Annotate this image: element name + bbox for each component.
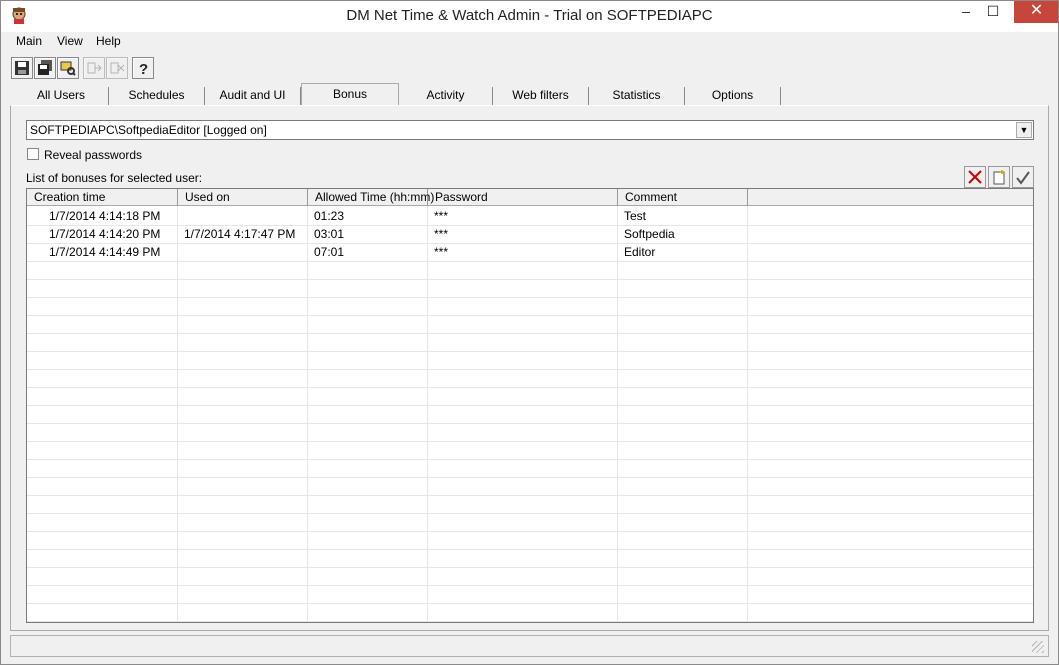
help-icon: ? bbox=[139, 61, 148, 76]
cell-password: *** bbox=[434, 227, 449, 241]
toolbar: ? bbox=[1, 54, 1058, 82]
app-window: DM Net Time & Watch Admin - Trial on SOF… bbox=[0, 0, 1059, 665]
cell-used-on: 1/7/2014 4:17:47 PM bbox=[184, 227, 296, 241]
reveal-passwords-label: Reveal passwords bbox=[44, 148, 143, 162]
row-divider bbox=[27, 585, 1033, 586]
column-header-used-on[interactable]: Used on bbox=[178, 189, 308, 206]
menu-help[interactable]: Help bbox=[96, 34, 121, 48]
tab-options[interactable]: Options bbox=[685, 87, 781, 106]
column-header-password[interactable]: Password bbox=[428, 189, 618, 206]
bonus-list-header: Creation time Used on Allowed Time (hh:m… bbox=[27, 189, 1033, 206]
row-divider bbox=[27, 297, 1033, 298]
tab-activity[interactable]: Activity bbox=[399, 87, 493, 106]
new-bonus-button[interactable] bbox=[988, 166, 1010, 188]
forward-all-button[interactable] bbox=[106, 57, 128, 79]
row-divider bbox=[27, 549, 1033, 550]
help-button[interactable]: ? bbox=[132, 57, 154, 79]
row-divider bbox=[27, 243, 1033, 244]
user-select-value: SOFTPEDIAPC\SoftpediaEditor [Logged on] bbox=[30, 123, 267, 137]
row-divider bbox=[27, 477, 1033, 478]
row-divider bbox=[27, 261, 1033, 262]
tab-strip: All Users Schedules Audit and UI Bonus A… bbox=[1, 83, 1058, 107]
row-divider bbox=[27, 531, 1033, 532]
chevron-down-icon[interactable]: ▼ bbox=[1016, 122, 1032, 138]
row-divider bbox=[27, 495, 1033, 496]
cell-password: *** bbox=[434, 209, 449, 223]
title-bar: DM Net Time & Watch Admin - Trial on SOF… bbox=[1, 1, 1058, 32]
row-divider bbox=[27, 423, 1033, 424]
column-header-comment[interactable]: Comment bbox=[618, 189, 748, 206]
tab-schedules[interactable]: Schedules bbox=[109, 87, 205, 106]
forward-all-disabled-icon bbox=[110, 62, 125, 74]
row-divider bbox=[27, 621, 1033, 622]
cell-creation-time: 1/7/2014 4:14:49 PM bbox=[49, 245, 161, 259]
column-header-allowed-time[interactable]: Allowed Time (hh:mm) bbox=[308, 189, 434, 206]
row-divider bbox=[27, 567, 1033, 568]
row-divider bbox=[27, 459, 1033, 460]
svg-text:?: ? bbox=[139, 61, 148, 76]
cell-comment: Softpedia bbox=[624, 227, 675, 241]
row-divider bbox=[27, 369, 1033, 370]
tab-bonus[interactable]: Bonus bbox=[301, 83, 399, 106]
new-bonus-icon bbox=[993, 170, 1005, 185]
cell-allowed-time: 03:01 bbox=[314, 227, 345, 241]
tab-all-users[interactable]: All Users bbox=[14, 87, 109, 106]
find-icon bbox=[60, 61, 76, 76]
user-select[interactable]: SOFTPEDIAPC\SoftpediaEditor [Logged on] … bbox=[26, 120, 1034, 140]
column-divider bbox=[617, 206, 618, 622]
tab-web-filters[interactable]: Web filters bbox=[493, 87, 589, 106]
row-divider bbox=[27, 315, 1033, 316]
column-divider bbox=[427, 206, 428, 622]
status-bar bbox=[10, 635, 1049, 657]
cell-comment: Test bbox=[624, 209, 647, 223]
column-divider bbox=[177, 206, 178, 622]
cell-allowed-time: 07:01 bbox=[314, 245, 345, 259]
resize-grip[interactable] bbox=[1032, 641, 1044, 653]
reveal-passwords-checkbox[interactable] bbox=[27, 148, 39, 160]
row-divider bbox=[27, 405, 1033, 406]
menu-view[interactable]: View bbox=[57, 34, 83, 48]
bonus-list-caption: List of bonuses for selected user: bbox=[26, 171, 203, 185]
close-button[interactable]: ✕ bbox=[1014, 1, 1058, 23]
cell-comment: Editor bbox=[624, 245, 656, 259]
delete-bonus-button[interactable] bbox=[964, 166, 986, 188]
find-button[interactable] bbox=[57, 57, 79, 79]
column-divider bbox=[747, 206, 748, 622]
tab-statistics[interactable]: Statistics bbox=[589, 87, 685, 106]
forward-button[interactable] bbox=[83, 57, 105, 79]
clear-icon bbox=[1016, 171, 1030, 185]
delete-icon bbox=[968, 170, 982, 184]
window-title: DM Net Time & Watch Admin - Trial on SOF… bbox=[346, 7, 713, 24]
cell-creation-time: 1/7/2014 4:14:20 PM bbox=[49, 227, 161, 241]
row-divider bbox=[27, 351, 1033, 352]
menu-main[interactable]: Main bbox=[16, 34, 42, 48]
bonus-list[interactable]: Creation time Used on Allowed Time (hh:m… bbox=[26, 188, 1034, 623]
forward-disabled-icon bbox=[87, 62, 102, 74]
save-all-button[interactable] bbox=[34, 57, 56, 79]
clear-bonus-button[interactable] bbox=[1012, 166, 1034, 188]
column-divider bbox=[307, 206, 308, 622]
row-divider bbox=[27, 603, 1033, 604]
save-icon bbox=[15, 61, 29, 75]
tab-audit-and-ui[interactable]: Audit and UI bbox=[205, 87, 301, 106]
row-divider bbox=[27, 225, 1033, 226]
row-divider bbox=[27, 387, 1033, 388]
row-divider bbox=[27, 333, 1033, 334]
row-divider bbox=[27, 441, 1033, 442]
row-divider bbox=[27, 279, 1033, 280]
row-divider bbox=[27, 513, 1033, 514]
save-all-icon bbox=[38, 60, 52, 75]
menu-bar: Main View Help bbox=[1, 32, 1058, 52]
save-button[interactable] bbox=[11, 57, 33, 79]
cell-creation-time: 1/7/2014 4:14:18 PM bbox=[49, 209, 161, 223]
cell-allowed-time: 01:23 bbox=[314, 209, 345, 223]
maximize-button[interactable]: ☐ bbox=[976, 1, 1010, 23]
column-header-creation-time[interactable]: Creation time bbox=[27, 189, 178, 206]
cell-password: *** bbox=[434, 245, 449, 259]
